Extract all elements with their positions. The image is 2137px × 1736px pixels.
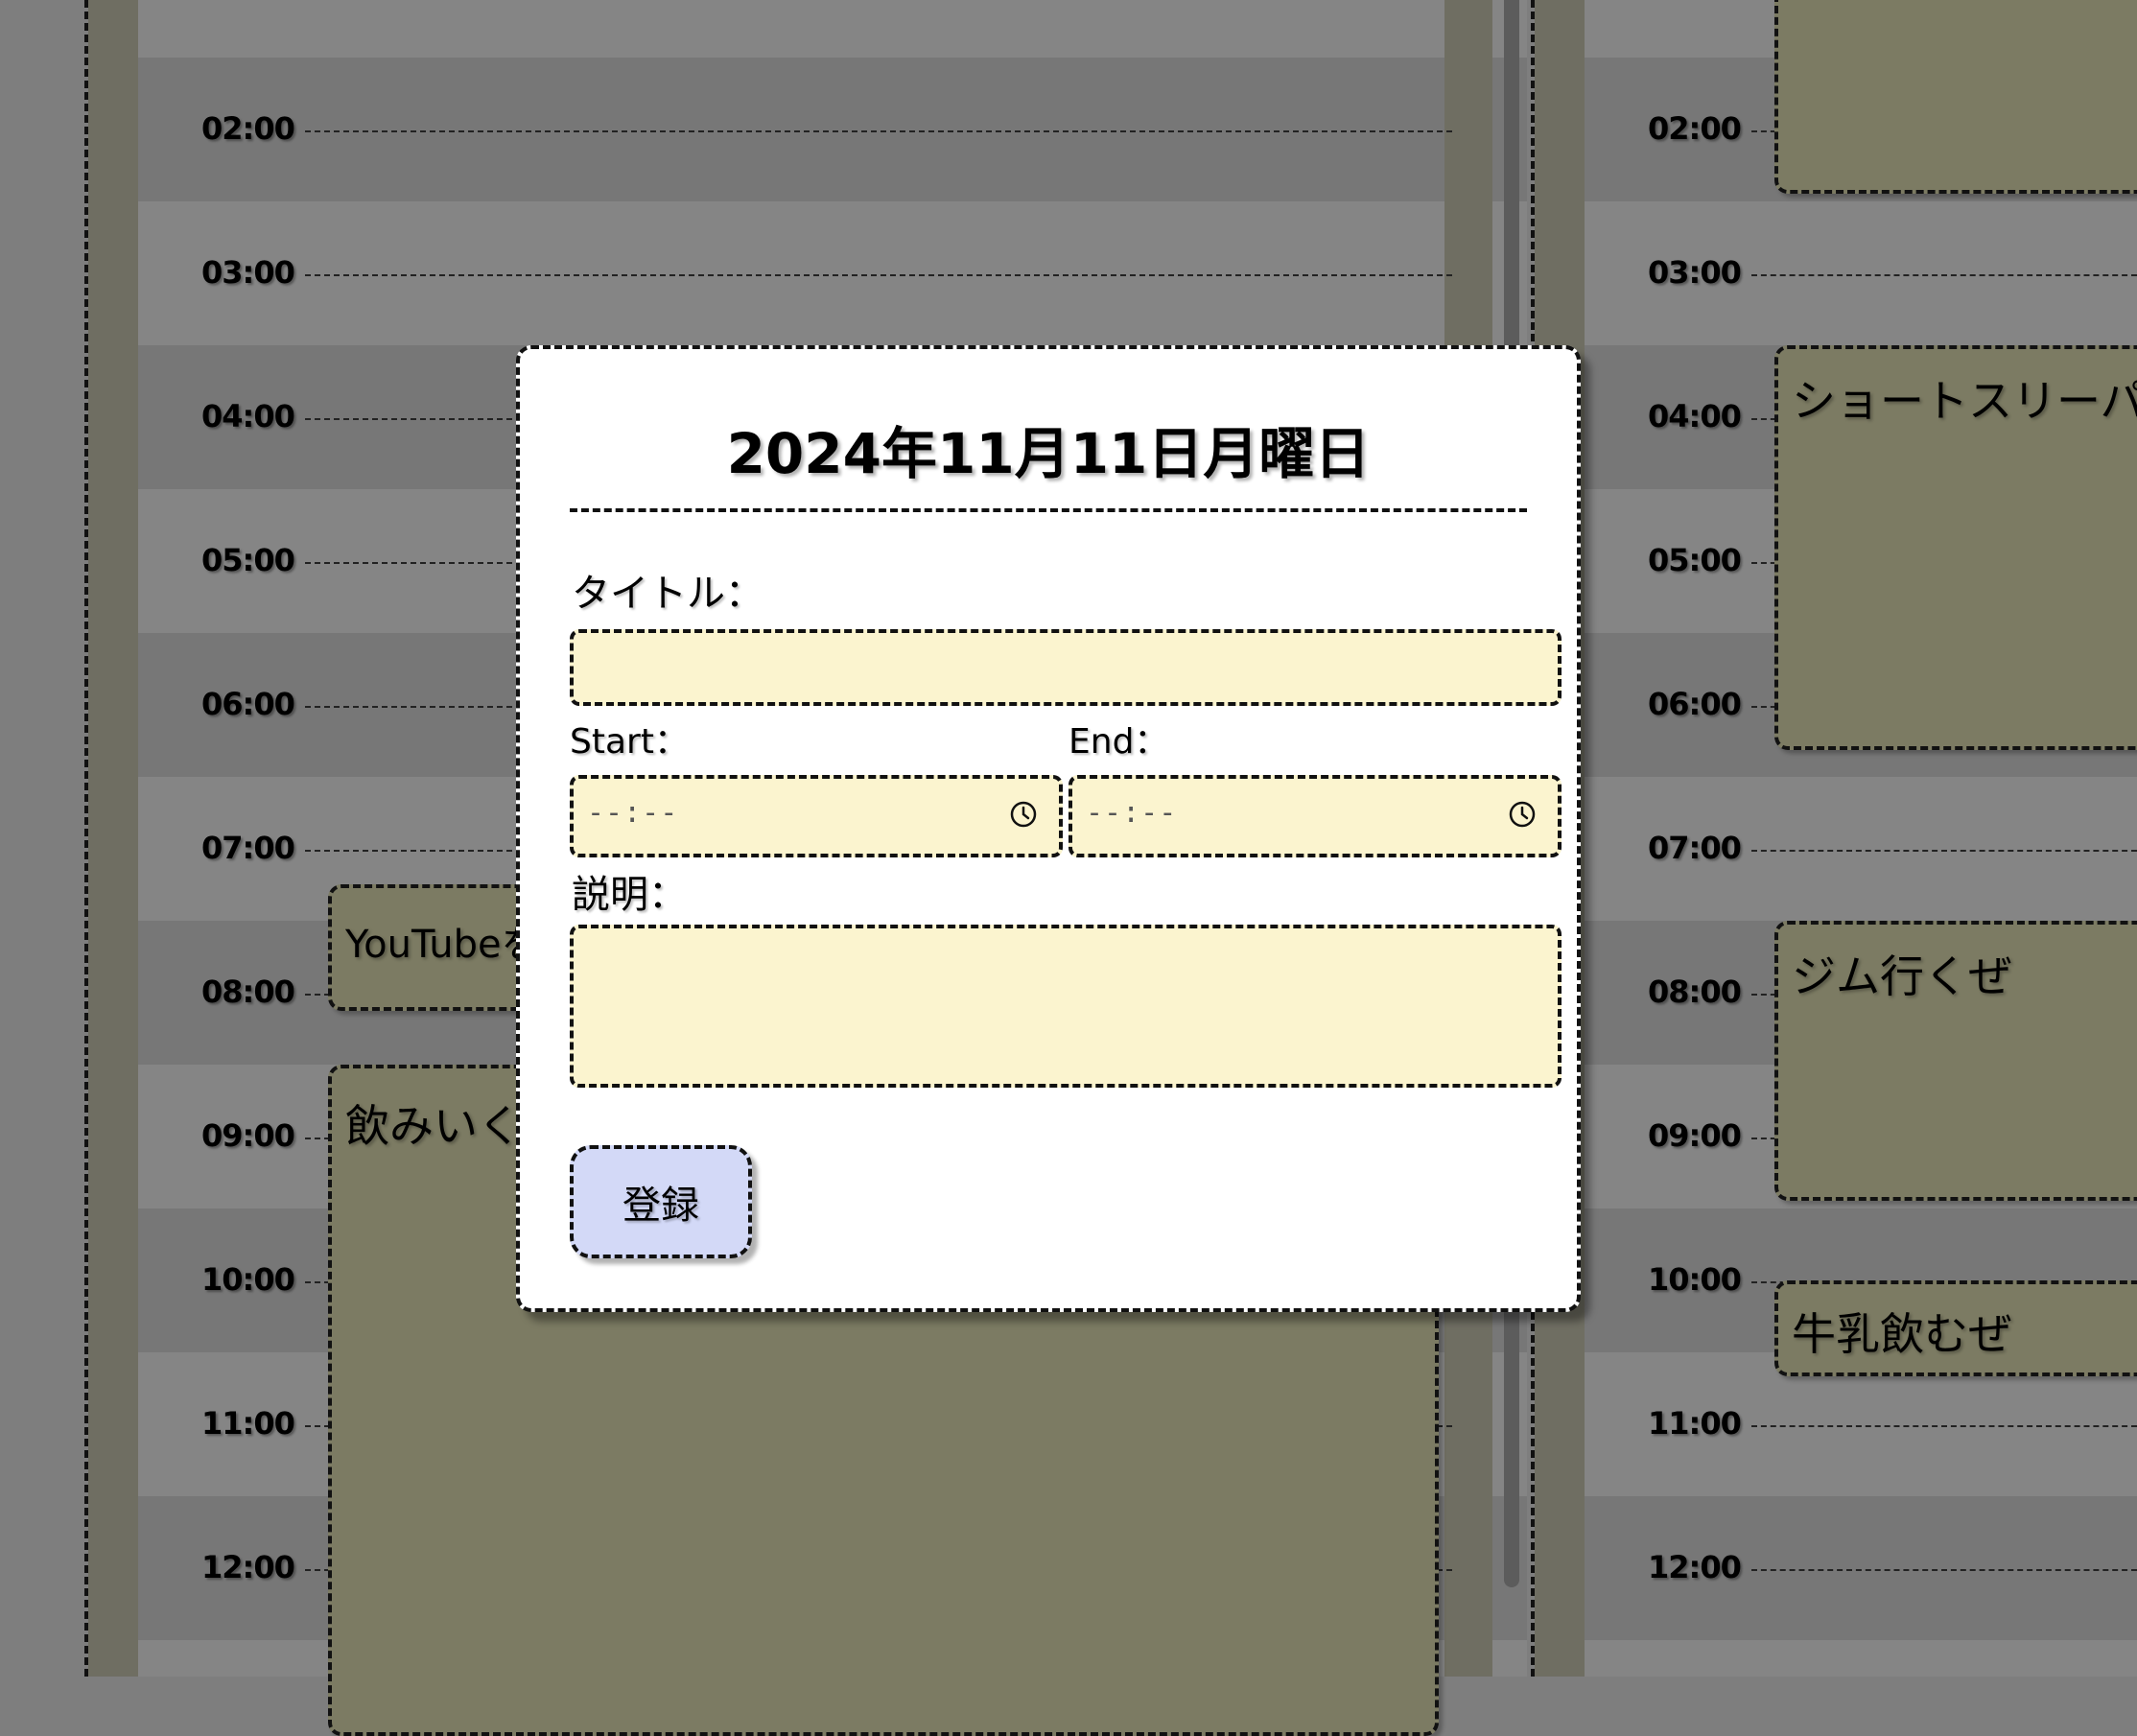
title-label: タイトル： — [572, 572, 763, 616]
time-slot[interactable] — [88, 58, 1527, 201]
register-button[interactable]: 登録 — [570, 1145, 752, 1258]
modal-title: 2024年11月11日月曜日 — [726, 421, 1371, 486]
time-label: 06:00 — [201, 686, 295, 722]
event-title: ジム行くぜ — [1792, 950, 2012, 1002]
time-label: 03:00 — [201, 254, 295, 291]
divider — [570, 508, 1527, 512]
title-input-field[interactable] — [574, 633, 1558, 702]
start-time-input[interactable]: --:-- — [570, 775, 1063, 857]
clock-icon[interactable] — [1009, 800, 1038, 829]
title-input[interactable] — [570, 629, 1562, 706]
time-label: 03:00 — [1648, 254, 1742, 291]
event-card[interactable]: ジム行くぜ — [1774, 921, 2137, 1201]
time-label: 06:00 — [1648, 686, 1742, 722]
time-label: 05:00 — [201, 542, 295, 578]
time-label: 02:00 — [201, 110, 295, 147]
event-form-modal: 2024年11月11日月曜日 タイトル： Start： End： --:-- -… — [516, 345, 1581, 1312]
time-label: 11:00 — [201, 1405, 295, 1442]
event-title: 牛乳飲むぜ — [1792, 1308, 2012, 1360]
end-label: End： — [1068, 722, 1169, 762]
time-slot[interactable] — [88, 201, 1527, 345]
start-label: Start： — [570, 722, 689, 762]
time-label: 04:00 — [1648, 398, 1742, 434]
description-label: 説明： — [572, 873, 687, 917]
time-label: 07:00 — [201, 830, 295, 866]
description-input[interactable] — [574, 928, 1558, 1084]
hour-line — [1751, 1569, 2137, 1571]
start-time-placeholder: --:-- — [587, 796, 679, 830]
event-card[interactable]: 牛乳飲むぜ — [1774, 1280, 2137, 1376]
time-label: 09:00 — [201, 1117, 295, 1154]
time-label: 05:00 — [1648, 542, 1742, 578]
event-card[interactable]: ショートスリーパ — [1774, 345, 2137, 750]
time-label: 09:00 — [1648, 1117, 1742, 1154]
time-label: 12:00 — [1648, 1549, 1742, 1585]
time-slot[interactable] — [88, 0, 1527, 58]
time-label: 07:00 — [1648, 830, 1742, 866]
end-time-input[interactable]: --:-- — [1068, 775, 1562, 857]
event-title: ショートスリーパ — [1792, 375, 2137, 427]
description-textarea[interactable] — [570, 925, 1562, 1088]
time-slot[interactable] — [1535, 1496, 2137, 1640]
time-label: 02:00 — [1648, 110, 1742, 147]
time-label: 12:00 — [201, 1549, 295, 1585]
time-slot[interactable] — [1535, 777, 2137, 921]
time-slot[interactable] — [1535, 201, 2137, 345]
end-time-placeholder: --:-- — [1086, 796, 1178, 830]
event-title: YouTubeを — [345, 923, 540, 967]
hour-line — [1751, 274, 2137, 276]
time-label: 11:00 — [1648, 1405, 1742, 1442]
hour-line — [1751, 850, 2137, 852]
hour-line — [1751, 1425, 2137, 1427]
time-label: 08:00 — [201, 974, 295, 1010]
event-card[interactable] — [1774, 0, 2137, 194]
time-slot[interactable] — [1535, 1640, 2137, 1677]
time-label: 08:00 — [1648, 974, 1742, 1010]
clock-icon[interactable] — [1508, 800, 1537, 829]
time-label: 10:00 — [201, 1261, 295, 1298]
time-label: 04:00 — [201, 398, 295, 434]
hour-line — [305, 274, 1452, 276]
time-label: 10:00 — [1648, 1261, 1742, 1298]
event-title: 飲みいく — [345, 1100, 522, 1152]
column-rail — [88, 0, 138, 1677]
hour-line — [305, 130, 1452, 132]
